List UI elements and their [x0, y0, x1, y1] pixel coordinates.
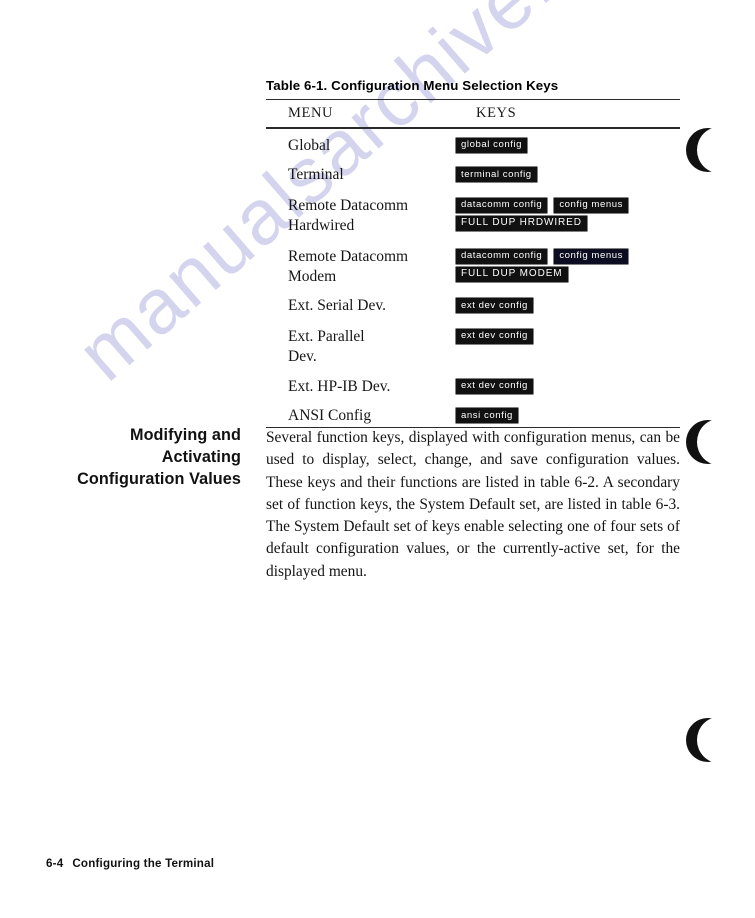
menu-name-cell: Terminal — [266, 165, 456, 185]
table-row: Remote Datacomm Hardwired datacomm config c… — [266, 196, 680, 237]
key-row: FULL DUP MODEM — [456, 266, 680, 283]
binder-ring-crescent-icon — [686, 419, 741, 465]
key-row: datacomm config config menus — [456, 197, 680, 213]
column-header-menu: MENU — [288, 105, 334, 122]
table-body: Global global config Terminal terminal conf… — [266, 136, 680, 427]
menu-name-cell: Ext. Serial Dev. — [266, 296, 456, 316]
page-footer: 6-4 Configuring the Terminal — [46, 857, 214, 870]
menu-name-cell: Global — [266, 136, 456, 156]
key-row: terminal config — [456, 167, 680, 183]
key-row: ext dev config — [456, 378, 680, 394]
menu-name-line: Ext. HP-IB Dev. — [288, 377, 391, 395]
function-key-label[interactable]: terminal config — [456, 167, 537, 183]
keys-cell: ext dev config — [456, 327, 680, 347]
function-key-label[interactable]: datacomm config — [456, 248, 548, 264]
menu-name-line: Modem — [288, 267, 337, 285]
function-key-label[interactable]: FULL DUP HRDWIRED — [456, 215, 587, 232]
menu-name-line: Dev. — [288, 348, 317, 366]
key-row: global config — [456, 137, 680, 153]
table-row: Remote Datacomm Modem datacomm config confi… — [266, 247, 680, 288]
key-row: ansi config — [456, 408, 680, 424]
menu-name-line: ANSI Config — [288, 407, 372, 425]
function-key-label[interactable]: FULL DUP MODEM — [456, 266, 568, 283]
keys-cell: ext dev config — [456, 296, 680, 316]
key-row: ext dev config — [456, 328, 680, 344]
binder-ring-crescent-icon — [686, 717, 741, 763]
menu-name-line: Hardwired — [288, 217, 355, 235]
menu-name-cell: ANSI Config — [266, 406, 456, 426]
key-row: ext dev config — [456, 298, 680, 314]
keys-cell: global config — [456, 136, 680, 156]
keys-cell: ansi config — [456, 406, 680, 426]
menu-name-line: Remote Datacomm — [288, 247, 409, 265]
function-key-label[interactable]: config menus — [554, 248, 628, 264]
function-key-label[interactable]: ext dev config — [456, 378, 533, 394]
table-row: ANSI Config ansi config — [266, 406, 680, 426]
menu-name-line: Ext. Parallel — [288, 327, 365, 345]
menu-name-line: Global — [288, 136, 331, 154]
table-header-row: MENU KEYS — [266, 100, 680, 127]
function-key-label[interactable]: ext dev config — [456, 328, 533, 344]
binder-ring-crescent-icon — [686, 127, 741, 173]
footer-chapter-title: Configuring the Terminal — [72, 857, 215, 870]
function-key-label[interactable]: config menus — [554, 197, 628, 213]
document-page: manualsarchive.com Table 6-1. Configurat… — [0, 0, 755, 918]
menu-name-cell: Remote Datacomm Modem — [266, 247, 456, 288]
menu-name-cell: Ext. Parallel Dev. — [266, 327, 456, 368]
footer-page-number: 6-4 — [46, 857, 64, 870]
function-key-label[interactable]: ext dev config — [456, 298, 533, 314]
table-row: Ext. Serial Dev. ext dev config — [266, 296, 680, 316]
section-body-text: Several function keys, displayed with co… — [266, 429, 680, 580]
table-6-1: Table 6-1. Configuration Menu Selection … — [266, 78, 680, 429]
function-key-label[interactable]: global config — [456, 137, 528, 153]
function-key-label[interactable]: datacomm config — [456, 197, 548, 213]
table-row: Ext. Parallel Dev. ext dev config — [266, 327, 680, 368]
column-header-keys: KEYS — [476, 105, 517, 122]
menu-name-line: Ext. Serial Dev. — [288, 297, 386, 315]
keys-cell: ext dev config — [456, 377, 680, 397]
table-row: Global global config — [266, 136, 680, 156]
function-key-label[interactable]: ansi config — [456, 408, 518, 424]
key-row: FULL DUP HRDWIRED — [456, 215, 680, 232]
menu-name-line: Remote Datacomm — [288, 196, 409, 214]
menu-name-cell: Remote Datacomm Hardwired — [266, 196, 456, 237]
section-heading: Modifying and Activating Configuration V… — [77, 426, 241, 489]
menu-name-cell: Ext. HP-IB Dev. — [266, 377, 456, 397]
menu-name-line: Terminal — [288, 166, 344, 184]
table-row: Terminal terminal config — [266, 165, 680, 185]
table-rule-header — [266, 127, 680, 129]
key-row: datacomm config config menus — [456, 248, 680, 264]
table-row: Ext. HP-IB Dev. ext dev config — [266, 377, 680, 397]
keys-cell: terminal config — [456, 165, 680, 185]
table-caption: Table 6-1. Configuration Menu Selection … — [266, 78, 559, 93]
keys-cell: datacomm config config menus FULL DUP HRDW… — [456, 196, 680, 235]
keys-cell: datacomm config config menus FULL DUP MODE… — [456, 247, 680, 286]
